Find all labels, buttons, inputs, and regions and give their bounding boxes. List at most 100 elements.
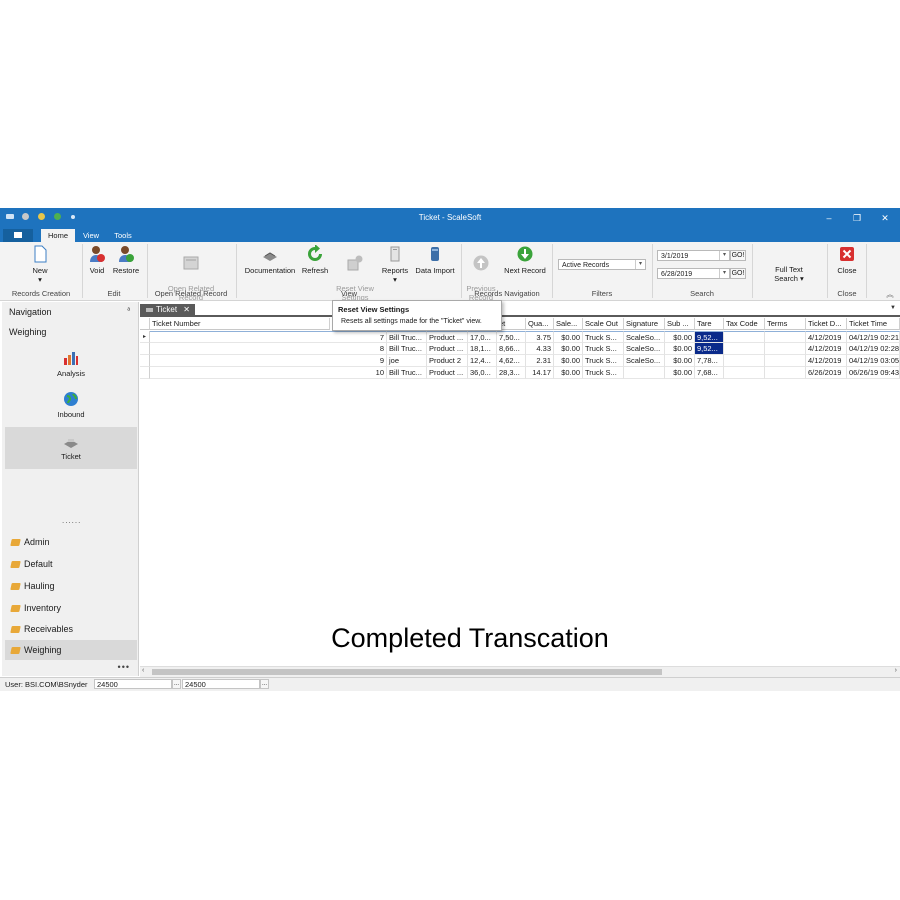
grid-cell[interactable]: 7,50...: [497, 331, 526, 343]
go-button-from[interactable]: GO!: [730, 250, 746, 261]
grid-cell[interactable]: Product 2: [427, 355, 468, 367]
grid-cell[interactable]: Truck S...: [583, 343, 624, 355]
status-field-1[interactable]: 24500: [94, 679, 172, 689]
scroll-right-icon[interactable]: ›: [895, 667, 897, 674]
refresh-button[interactable]: Refresh: [301, 245, 329, 275]
grid-cell[interactable]: $0.00: [665, 367, 695, 379]
horizontal-scrollbar[interactable]: ‹ ›: [140, 666, 900, 677]
grid-cell[interactable]: Bill Truc...: [387, 331, 427, 343]
grid-cell[interactable]: [724, 367, 765, 379]
grid-cell[interactable]: [724, 331, 765, 343]
grid-cell[interactable]: 7: [150, 331, 387, 343]
scrollbar-thumb[interactable]: [152, 669, 662, 675]
collapse-ribbon-icon[interactable]: ︽: [884, 289, 896, 300]
grid-cell[interactable]: Product ...: [427, 343, 468, 355]
search-from-date[interactable]: 3/1/2019 ▾: [657, 250, 730, 261]
next-record-button[interactable]: Next Record: [502, 245, 548, 275]
grid-cell[interactable]: $0.00: [554, 331, 583, 343]
tab-menu-icon[interactable]: ▼: [890, 305, 896, 311]
restore-button[interactable]: ❐: [846, 211, 868, 225]
grid-cell[interactable]: 8: [150, 343, 387, 355]
file-menu-button[interactable]: [3, 229, 33, 242]
grid-cell[interactable]: Product ...: [427, 331, 468, 343]
grid-cell[interactable]: 18,1...: [468, 343, 497, 355]
grid-cell[interactable]: 06/26/19 09:43: [847, 367, 900, 379]
grid-cell[interactable]: [724, 343, 765, 355]
column-header-tax-code[interactable]: Tax Code: [724, 318, 765, 330]
nav-tile-analysis[interactable]: Analysis: [5, 344, 137, 386]
row-indicator[interactable]: [140, 355, 150, 367]
grid-cell[interactable]: ScaleSo...: [624, 355, 665, 367]
grid-cell[interactable]: $0.00: [665, 355, 695, 367]
grid-cell[interactable]: 04/12/19 03:05: [847, 355, 900, 367]
column-header-signature[interactable]: Signature: [624, 318, 665, 330]
row-indicator[interactable]: [140, 343, 150, 355]
search-to-date[interactable]: 6/28/2019 ▾: [657, 268, 730, 279]
date-dropdown-icon[interactable]: ▾: [719, 251, 729, 260]
status-field-1-button[interactable]: ...: [172, 679, 181, 689]
grid-cell[interactable]: 4.33: [526, 343, 554, 355]
grid-cell[interactable]: 4/12/2019: [806, 343, 847, 355]
grid-cell[interactable]: Bill Truc...: [387, 367, 427, 379]
grid-cell[interactable]: 4,62...: [497, 355, 526, 367]
grid-cell[interactable]: [765, 331, 806, 343]
column-header-terms[interactable]: Terms: [765, 318, 806, 330]
grid-cell[interactable]: [724, 355, 765, 367]
grid-cell[interactable]: 7,78...: [695, 355, 724, 367]
grid-cell[interactable]: Product ...: [427, 367, 468, 379]
grid-cell[interactable]: Truck S...: [583, 355, 624, 367]
close-button[interactable]: Close: [833, 245, 861, 275]
new-button[interactable]: New ▾: [26, 245, 54, 284]
tab-view[interactable]: View: [77, 229, 105, 242]
column-header-quantity[interactable]: Qua...: [526, 318, 554, 330]
nav-module-admin[interactable]: Admin: [5, 532, 137, 552]
pin-icon[interactable]: ᵃ: [127, 307, 130, 314]
grid-cell[interactable]: 28,3...: [497, 367, 526, 379]
grid-cell[interactable]: Truck S...: [583, 331, 624, 343]
grid-cell[interactable]: $0.00: [554, 367, 583, 379]
status-field-2-button[interactable]: ...: [260, 679, 269, 689]
grid-cell[interactable]: joe: [387, 355, 427, 367]
restore-record-button[interactable]: Restore: [111, 245, 141, 275]
grid-cell[interactable]: 6/26/2019: [806, 367, 847, 379]
column-header-tare[interactable]: Tare: [695, 318, 724, 330]
full-text-search-button[interactable]: Full Text Search ▾: [766, 265, 812, 283]
minimize-button[interactable]: –: [818, 211, 840, 225]
close-window-button[interactable]: ✕: [874, 211, 896, 225]
row-indicator[interactable]: ▸: [140, 331, 150, 343]
grid-cell[interactable]: 12,4...: [468, 355, 497, 367]
grid-cell[interactable]: 8,66...: [497, 343, 526, 355]
status-field-2[interactable]: 24500: [182, 679, 260, 689]
grid-cell[interactable]: 4/12/2019: [806, 331, 847, 343]
nav-tile-inbound[interactable]: Inbound: [5, 385, 137, 427]
column-header-subtotal[interactable]: Sub ...: [665, 318, 695, 330]
column-header-scale-out[interactable]: Scale Out: [583, 318, 624, 330]
data-import-button[interactable]: Data Import: [414, 245, 456, 275]
nav-module-inventory[interactable]: Inventory: [5, 598, 137, 618]
grid-cell[interactable]: 17,0...: [468, 331, 497, 343]
tab-tools[interactable]: Tools: [108, 229, 138, 242]
grid-cell[interactable]: Truck S...: [583, 367, 624, 379]
nav-more-icon[interactable]: •••: [118, 662, 130, 672]
column-header-ticket-number[interactable]: Ticket Number: [150, 318, 330, 330]
column-header-ticket-time[interactable]: Ticket Time: [847, 318, 900, 330]
column-header-ticket-date[interactable]: Ticket D...: [806, 318, 847, 330]
grid-cell[interactable]: $0.00: [665, 331, 695, 343]
grid-cell[interactable]: 10: [150, 367, 387, 379]
nav-splitter[interactable]: ......: [62, 516, 81, 525]
tab-home[interactable]: Home: [41, 229, 75, 242]
grid-cell[interactable]: 9: [150, 355, 387, 367]
date-dropdown-icon[interactable]: ▾: [719, 269, 729, 278]
grid-cell[interactable]: 9,52...: [695, 331, 724, 343]
grid-cell[interactable]: $0.00: [554, 355, 583, 367]
nav-module-default[interactable]: Default: [5, 554, 137, 574]
grid-cell[interactable]: 7,68...: [695, 367, 724, 379]
filter-select[interactable]: Active Records ▾: [558, 259, 646, 270]
grid-cell[interactable]: $0.00: [665, 343, 695, 355]
documentation-button[interactable]: Documentation: [242, 245, 298, 275]
grid-cell[interactable]: 3.75: [526, 331, 554, 343]
grid-cell[interactable]: [765, 367, 806, 379]
grid-cell[interactable]: $0.00: [554, 343, 583, 355]
grid-cell[interactable]: 36,0...: [468, 367, 497, 379]
grid-cell[interactable]: 04/12/19 02:28: [847, 343, 900, 355]
